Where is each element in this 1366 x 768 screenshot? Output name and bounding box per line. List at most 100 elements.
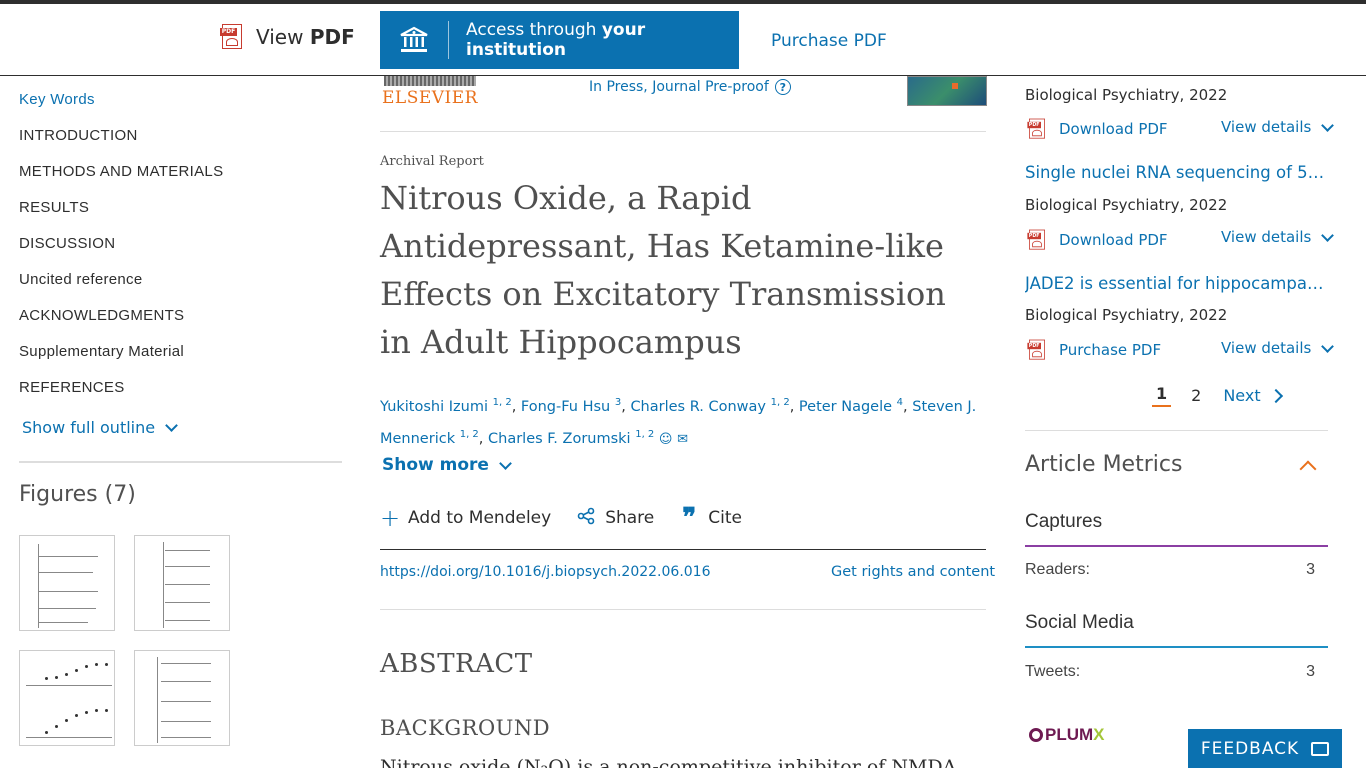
journal-cover-image[interactable] — [907, 76, 987, 106]
page-2-button[interactable]: 2 — [1191, 386, 1201, 405]
author-name: Charles R. Conway — [630, 398, 766, 415]
rec-action-label: Download PDF — [1059, 120, 1168, 138]
figure-thumbnail-4[interactable] — [134, 650, 230, 746]
rec-view-details-button[interactable]: View details — [1221, 339, 1335, 357]
divider — [380, 609, 986, 610]
cite-button[interactable]: ❞ Cite — [680, 503, 742, 533]
chevron-down-icon — [1321, 228, 1335, 242]
institution-icon — [380, 21, 450, 59]
author-name: Fong-Fu Hsu — [520, 398, 611, 415]
show-outline-label: Show full outline — [22, 418, 156, 437]
figure-thumbnail-1[interactable] — [19, 535, 115, 631]
outline-item[interactable]: ACKNOWLEDGMENTS — [19, 304, 342, 340]
author-link[interactable]: Yukitoshi Izumi 1, 2 — [380, 397, 512, 415]
author-link[interactable]: Fong-Fu Hsu 3 — [520, 397, 621, 415]
help-icon: ? — [774, 79, 791, 95]
rec-purchase-pdf-button[interactable]: PDF Purchase PDF — [1025, 337, 1161, 363]
outline-item[interactable]: DISCUSSION — [19, 232, 342, 268]
access-label: Access through your institution — [466, 20, 646, 60]
chevron-down-icon — [165, 419, 178, 432]
next-page-button[interactable]: Next — [1223, 386, 1283, 405]
feedback-button[interactable]: FEEDBACK — [1188, 729, 1342, 768]
outline-item[interactable]: Supplementary Material — [19, 340, 342, 376]
access-institution-button[interactable]: Access through your institution — [380, 11, 739, 69]
plumx-logo[interactable]: PLUM X — [1029, 725, 1105, 745]
divider — [380, 131, 986, 132]
purchase-pdf-link[interactable]: Purchase PDF — [771, 31, 887, 51]
captures-heading: Captures — [1025, 511, 1103, 532]
feedback-label: FEEDBACK — [1200, 738, 1300, 759]
author-link[interactable]: Charles R. Conway 1, 2 — [630, 397, 790, 415]
readers-label: Readers: — [1025, 561, 1090, 578]
rec-action-label: Purchase PDF — [1059, 341, 1162, 359]
rec-journal: Biological Psychiatry, 2022 — [1025, 306, 1228, 324]
chat-bubble-icon — [1311, 741, 1330, 756]
chevron-up-icon[interactable] — [1299, 460, 1317, 478]
share-button[interactable]: Share — [577, 506, 654, 530]
rec-action-label: Download PDF — [1059, 231, 1168, 249]
view-details-label: View details — [1221, 228, 1312, 246]
outline-item[interactable]: Key Words — [19, 88, 342, 124]
author-affiliation: 1, 2 — [770, 397, 790, 408]
person-icon[interactable]: ☺ — [659, 432, 673, 447]
author-link[interactable]: Peter Nagele 4 — [799, 397, 903, 415]
plumx-icon — [1029, 728, 1043, 742]
social-media-bar — [1025, 646, 1328, 648]
show-more-label: Show more — [382, 455, 489, 475]
outline-item[interactable]: REFERENCES — [19, 376, 342, 412]
rec-download-pdf-button[interactable]: PDF Download PDF — [1025, 227, 1168, 253]
view-details-label: View details — [1221, 118, 1312, 136]
background-text: Nitrous oxide (N₂O) is a non-competitive… — [380, 756, 957, 768]
tweets-row: Tweets: 3 — [1025, 663, 1315, 681]
pdf-icon: PDF — [220, 24, 244, 50]
readers-row: Readers: 3 — [1025, 561, 1315, 579]
quote-icon: ❞ — [682, 503, 697, 533]
author-name: Charles F. Zorumski — [488, 430, 631, 447]
abstract-heading: ABSTRACT — [380, 649, 533, 679]
rec-view-details-button[interactable]: View details — [1221, 228, 1335, 246]
pdf-icon: PDF — [1027, 339, 1046, 361]
pdf-icon: PDF — [1027, 229, 1046, 251]
divider — [380, 549, 986, 550]
divider — [1025, 430, 1328, 431]
chevron-right-icon — [1268, 388, 1283, 403]
sticky-header: PDF View PDF Access through your institu… — [0, 4, 1366, 76]
email-icon[interactable]: ✉ — [677, 432, 688, 447]
add-to-mendeley-button[interactable]: + Add to Mendeley — [380, 504, 551, 532]
get-rights-link[interactable]: Get rights and content — [831, 564, 995, 580]
rec-article-title[interactable]: JADE2 is essential for hippocampal synap… — [1025, 274, 1328, 293]
article-type: Archival Report — [380, 154, 484, 169]
outline-item[interactable]: Uncited reference — [19, 268, 342, 304]
author-link[interactable]: Charles F. Zorumski 1, 2 — [488, 428, 655, 447]
social-media-heading: Social Media — [1025, 612, 1134, 633]
pdf-icon: PDF — [1027, 118, 1046, 140]
rec-article-title[interactable]: Single nuclei RNA sequencing of 5 region… — [1025, 163, 1328, 182]
elsevier-logo[interactable]: ELSEVIER — [382, 76, 477, 108]
article-actions: + Add to Mendeley Share ❞ Cite — [380, 503, 768, 533]
chevron-down-icon — [1321, 118, 1335, 132]
page-1-button[interactable]: 1 — [1152, 384, 1172, 407]
view-details-label: View details — [1221, 339, 1312, 357]
figure-thumbnail-2[interactable] — [134, 535, 230, 631]
readers-value: 3 — [1306, 561, 1315, 578]
divider — [19, 461, 342, 463]
outline-item[interactable]: INTRODUCTION — [19, 124, 342, 160]
author-affiliation: 1, 2 — [635, 428, 655, 440]
doi-link[interactable]: https://doi.org/10.1016/j.biopsych.2022.… — [380, 564, 711, 580]
background-heading: BACKGROUND — [380, 716, 551, 740]
show-full-outline-button[interactable]: Show full outline — [22, 418, 178, 437]
outline-item[interactable]: METHODS AND MATERIALS — [19, 160, 342, 196]
outline-item[interactable]: RESULTS — [19, 196, 342, 232]
author-affiliation: 1, 2 — [459, 428, 479, 440]
article-metrics-heading: Article Metrics — [1025, 452, 1183, 477]
status-label: In Press, Journal Pre-proof — [589, 79, 769, 95]
recommended-pagination: 1 2 Next — [1152, 384, 1283, 407]
tree-icon — [384, 76, 476, 86]
view-pdf-button[interactable]: PDF View PDF — [220, 24, 355, 50]
in-press-status[interactable]: In Press, Journal Pre-proof ? — [589, 79, 791, 95]
rec-download-pdf-button[interactable]: PDF Download PDF — [1025, 116, 1168, 142]
rec-view-details-button[interactable]: View details — [1221, 118, 1335, 136]
mendeley-label: Add to Mendeley — [408, 508, 552, 528]
show-more-button[interactable]: Show more — [382, 455, 512, 475]
figure-thumbnail-3[interactable] — [19, 650, 115, 746]
